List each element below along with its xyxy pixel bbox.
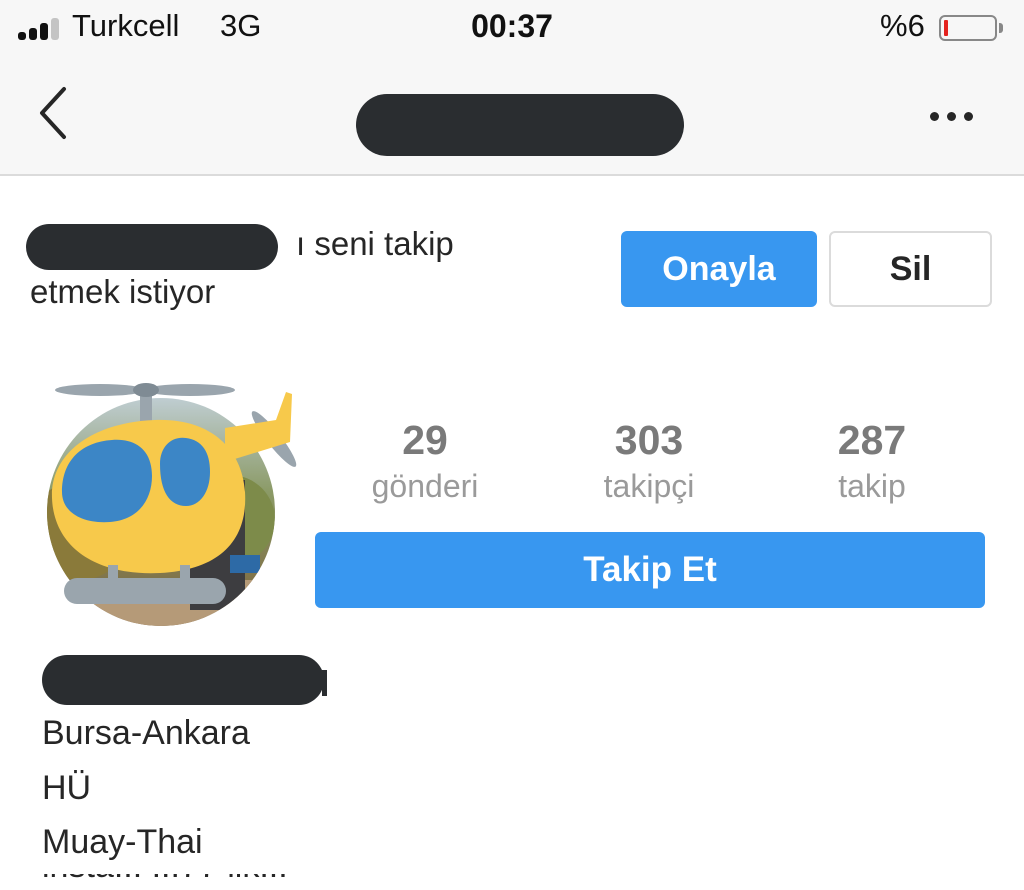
battery-level-fill xyxy=(944,20,948,36)
following-label: takip xyxy=(838,468,906,504)
followers-count: 303 xyxy=(614,417,684,463)
bio-line-sport: Muay-Thai xyxy=(42,823,203,861)
following-stat[interactable]: 287 takip xyxy=(772,414,972,506)
bio-line-location: Bursa-Ankara xyxy=(42,714,250,752)
profile-name-redacted xyxy=(42,655,324,705)
status-bar: Turkcell 3G 00:37 %6 xyxy=(0,0,1024,56)
profile-avatar[interactable] xyxy=(40,380,305,630)
ellipsis-dot xyxy=(964,112,973,121)
profile-username-redacted xyxy=(356,94,684,156)
delete-button[interactable]: Sil xyxy=(829,231,992,307)
profile-stats: 29 gönderi 303 takipçi 287 takip xyxy=(315,414,985,514)
chevron-left-icon xyxy=(40,87,66,139)
profile-screen: Turkcell 3G 00:37 %6 ı seni takip etmek … xyxy=(0,0,1024,890)
follow-request-banner: ı seni takip etmek istiyor Onayla Sil xyxy=(0,176,1024,326)
followers-stat[interactable]: 303 takipçi xyxy=(549,414,749,506)
battery-percent: %6 xyxy=(880,8,925,43)
posts-count: 29 xyxy=(402,417,448,463)
posts-label: gönderi xyxy=(371,468,479,504)
ellipsis-icon xyxy=(930,112,939,121)
more-options-button[interactable] xyxy=(916,92,980,136)
helicopter-icon xyxy=(47,383,297,626)
back-button[interactable] xyxy=(28,84,78,144)
following-count: 287 xyxy=(837,417,907,463)
ellipsis-dot xyxy=(947,112,956,121)
posts-stat[interactable]: 29 gönderi xyxy=(325,414,525,506)
followers-label: takipçi xyxy=(603,468,695,504)
profile-name-redacted-tail xyxy=(322,670,327,696)
navigation-bar xyxy=(0,56,1024,176)
follow-button[interactable]: Takip Et xyxy=(315,532,985,608)
battery-tip xyxy=(999,23,1003,33)
bio-line-truncated-text: insta... ...77 lik... xyxy=(42,874,942,888)
bio-line-school: HÜ xyxy=(42,769,92,807)
status-time: 00:37 xyxy=(471,8,553,44)
follow-request-line2: etmek istiyor xyxy=(30,273,216,310)
requester-username-redacted xyxy=(26,224,278,270)
battery-icon xyxy=(939,15,997,41)
bio-line-truncated: insta... ...77 lik... xyxy=(42,874,942,890)
approve-button[interactable]: Onayla xyxy=(621,231,817,307)
